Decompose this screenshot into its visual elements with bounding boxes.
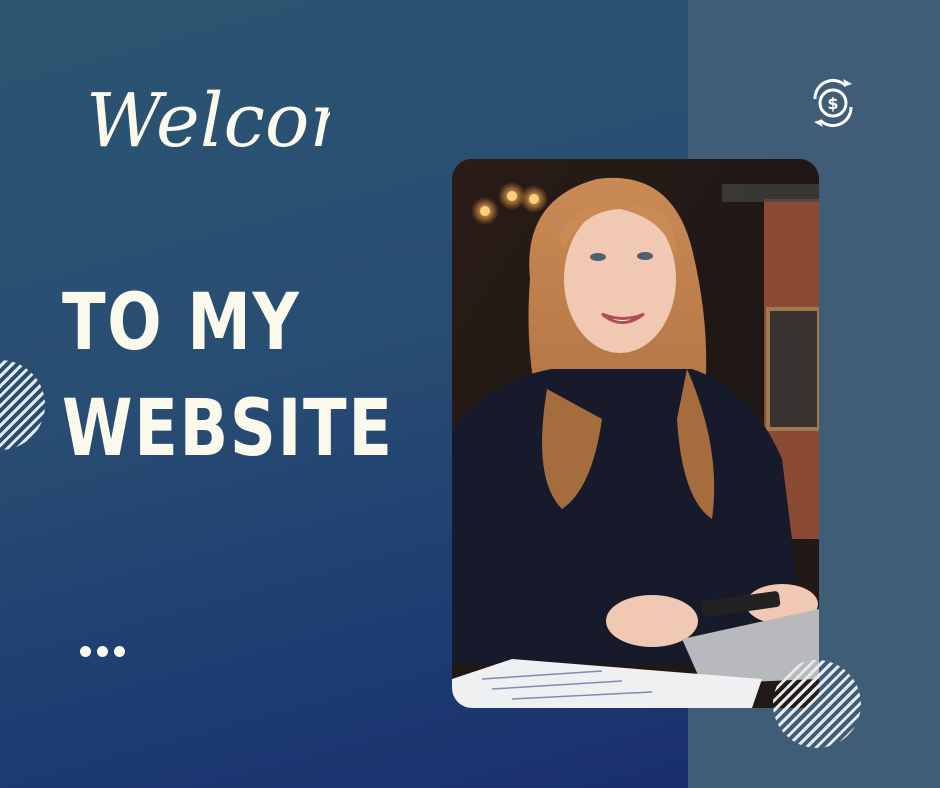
woman-smiling-photo xyxy=(452,159,819,708)
headline: TO MY WEBSITE xyxy=(62,270,394,482)
headline-line-2: WEBSITE xyxy=(62,384,394,474)
welcome-text: Welcome xyxy=(86,78,330,164)
dot xyxy=(97,646,108,657)
decorative-striped-circle-right xyxy=(773,660,861,748)
headline-line-1: TO MY xyxy=(62,278,301,368)
dot xyxy=(80,646,91,657)
welcome-script-svg: Welcome xyxy=(86,78,423,164)
money-exchange-icon: $ xyxy=(806,78,860,128)
welcome-script-title: Welcome xyxy=(80,28,423,193)
more-dots-icon xyxy=(80,646,125,657)
photo-illustration xyxy=(452,159,819,708)
svg-text:$: $ xyxy=(827,94,838,113)
dot xyxy=(114,646,125,657)
